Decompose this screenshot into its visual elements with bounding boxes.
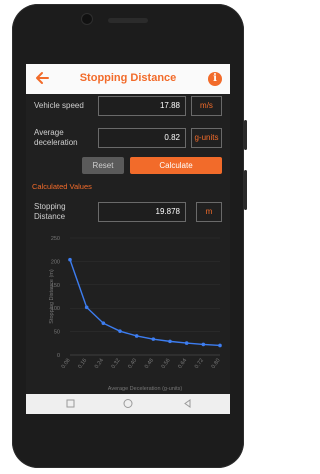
data-point <box>184 341 189 345</box>
page-title: Stopping Distance <box>79 72 177 84</box>
x-axis-label: Average Deceleration (g-units) <box>108 386 183 392</box>
calculate-button[interactable]: Calculate <box>130 157 222 174</box>
x-tick-label: 0.24 <box>94 358 105 370</box>
data-point <box>118 329 122 333</box>
y-tick-label: 0 <box>57 353 60 359</box>
calculated-values-heading: Calculated Values <box>32 182 92 191</box>
circle-home-icon[interactable] <box>123 399 133 408</box>
app-bar: Stopping Distance i <box>26 64 230 94</box>
earpiece-speaker <box>108 18 148 23</box>
data-point <box>218 343 222 348</box>
info-icon[interactable]: i <box>208 72 222 86</box>
x-tick-label: 0.48 <box>144 358 155 370</box>
x-tick-label: 0.64 <box>177 358 188 370</box>
data-point <box>134 334 139 338</box>
stopping-distance-unit[interactable]: m <box>196 202 222 222</box>
stopping-distance-output: 19.878 <box>98 202 186 222</box>
deceleration-label-line2: deceleration <box>34 138 78 147</box>
triangle-back-icon[interactable] <box>184 399 191 408</box>
vehicle-speed-input[interactable]: 17.88 <box>98 96 186 116</box>
x-tick-label: 0.56 <box>161 358 172 370</box>
x-tick-label: 0.40 <box>127 358 138 370</box>
data-point <box>201 342 206 347</box>
y-tick-label: 200 <box>51 259 60 265</box>
x-tick-label: 0.08 <box>61 358 72 370</box>
system-nav-bar <box>26 394 230 414</box>
data-point <box>84 305 89 310</box>
stopping-distance-chart: 0501001502002500.08 0.16 0.24 0.32 0.40 0.48 0… <box>49 236 222 392</box>
x-tick-label: 0.72 <box>194 358 205 370</box>
app-screen: Stopping Distance i Vehicle speed 17.88 … <box>26 64 230 414</box>
data-point <box>68 257 72 262</box>
deceleration-input[interactable]: 0.82 <box>98 128 186 148</box>
data-point <box>168 339 172 344</box>
data-point <box>101 321 106 326</box>
series-line <box>69 259 221 347</box>
square-recent-icon[interactable] <box>66 399 75 408</box>
stopping-distance-label-line2: Distance <box>34 212 66 221</box>
front-camera <box>82 14 92 24</box>
deceleration-label-line1: Average <box>34 128 64 137</box>
power-button[interactable] <box>244 120 247 150</box>
volume-button[interactable] <box>244 170 247 210</box>
x-tick-label: 0.32 <box>111 358 122 370</box>
y-tick-label: 50 <box>54 330 60 336</box>
x-tick-label: 0.16 <box>77 358 88 370</box>
reset-button[interactable]: Reset <box>82 157 124 174</box>
data-point <box>151 337 156 341</box>
y-tick-label: 250 <box>51 236 60 242</box>
deceleration-unit[interactable]: g-units <box>191 128 222 148</box>
y-axis-label: Stopping Distance (m) <box>49 269 55 324</box>
vehicle-speed-label: Vehicle speed <box>34 101 84 110</box>
x-tick-label: 0.80 <box>211 358 222 370</box>
stopping-distance-label-line1: Stopping <box>34 202 66 211</box>
vehicle-speed-unit[interactable]: m/s <box>191 96 222 116</box>
